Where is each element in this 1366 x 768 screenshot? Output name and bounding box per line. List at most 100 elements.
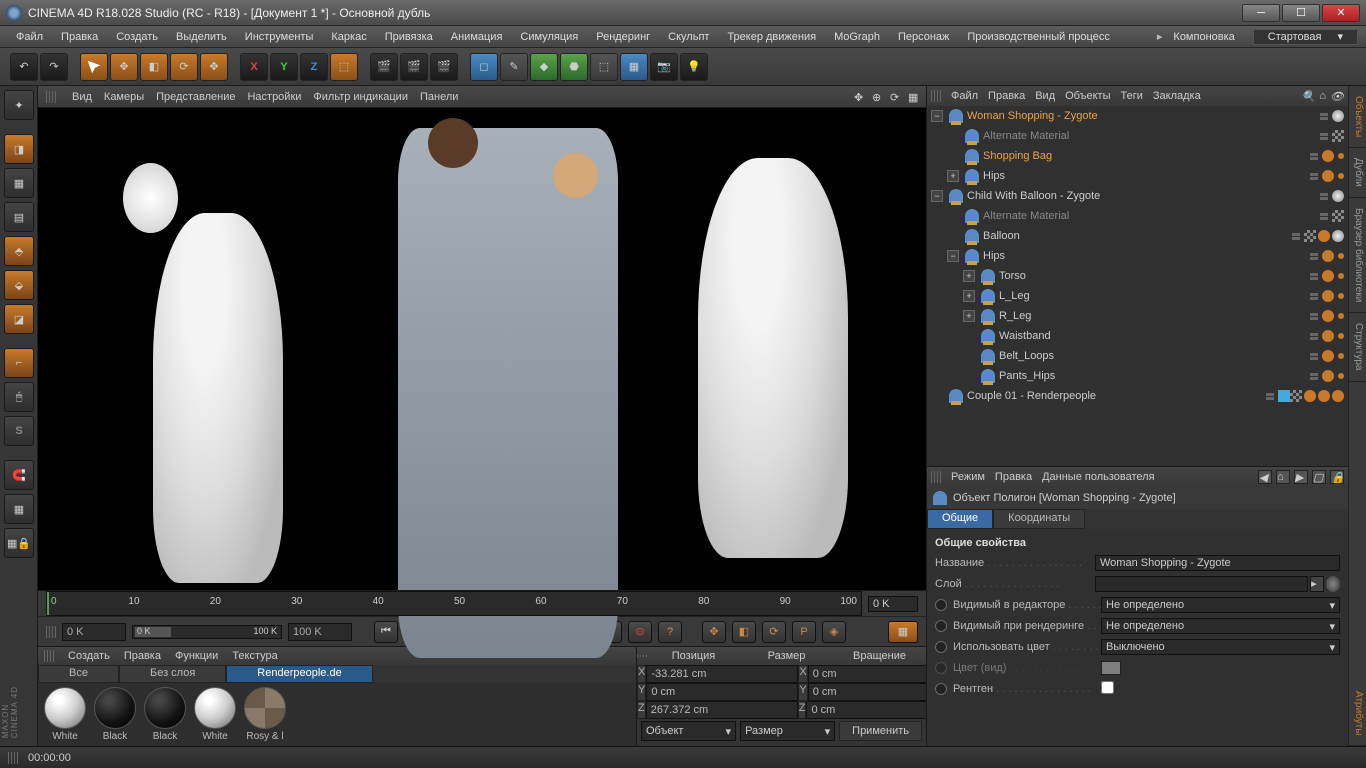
sphere-tag-icon[interactable]	[1332, 110, 1344, 122]
expand-icon[interactable]: +	[963, 310, 975, 322]
om-menu-edit[interactable]: Правка	[988, 90, 1025, 102]
keyframe-sel-button[interactable]: ?	[658, 621, 682, 643]
om-menu-file[interactable]: Файл	[951, 90, 978, 102]
dot-tag-icon[interactable]	[1338, 373, 1344, 379]
grip-icon[interactable]	[44, 650, 54, 662]
color-swatch[interactable]	[1101, 661, 1121, 675]
visibility-dots[interactable]	[1292, 233, 1300, 240]
object-row[interactable]: +L_Leg	[927, 286, 1348, 306]
key-rot-button[interactable]: ⟳	[762, 621, 786, 643]
visibility-dots[interactable]	[1320, 193, 1328, 200]
layer-tag[interactable]	[1278, 390, 1290, 402]
orange-tag-icon[interactable]	[1304, 390, 1316, 402]
menu-character[interactable]: Персонаж	[890, 29, 957, 45]
attr-tab-basic[interactable]: Общие	[927, 509, 993, 529]
material-item[interactable]: White	[192, 687, 238, 742]
redo-button[interactable]: ↷	[40, 53, 68, 81]
autokey-button[interactable]: ⊙	[628, 621, 652, 643]
viewport[interactable]	[38, 108, 926, 590]
edge-mode[interactable]: ⬙	[4, 270, 34, 300]
pos-input[interactable]	[646, 701, 798, 719]
vp-menu-display[interactable]: Представление	[156, 91, 235, 103]
dot-tag-icon[interactable]	[1338, 293, 1344, 299]
render-settings[interactable]: 🎬	[430, 53, 458, 81]
vp-layout-icon[interactable]: ▦	[908, 91, 920, 103]
visibility-dots[interactable]	[1310, 313, 1318, 320]
vp-zoom-icon[interactable]: ⊕	[872, 91, 884, 103]
layer-color-icon[interactable]	[1326, 576, 1340, 592]
add-nurbs[interactable]: ◆	[530, 53, 558, 81]
visibility-dots[interactable]	[1320, 133, 1328, 140]
rtab-structure[interactable]: Структура	[1349, 313, 1366, 381]
polygon-mode[interactable]: ◪	[4, 304, 34, 334]
object-row[interactable]: Shopping Bag	[927, 146, 1348, 166]
vp-menu-filter[interactable]: Фильтр индикации	[313, 91, 408, 103]
checker-tag-icon[interactable]	[1332, 210, 1344, 222]
make-editable[interactable]: ✦	[4, 90, 34, 120]
frame-end-field[interactable]: 100 K	[288, 623, 352, 641]
dot-tag-icon[interactable]	[1338, 313, 1344, 319]
coords-apply-button[interactable]: Применить	[839, 721, 922, 741]
orange-tag-icon[interactable]	[1332, 390, 1344, 402]
home-icon[interactable]: ⌂	[1319, 90, 1326, 103]
orange-tag-icon[interactable]	[1322, 270, 1334, 282]
grip-icon[interactable]	[46, 91, 56, 103]
attr-vis-render-dropdown[interactable]: Не определено▾	[1101, 618, 1340, 634]
menu-mesh[interactable]: Каркас	[323, 29, 374, 45]
material-item[interactable]: Black	[92, 687, 138, 742]
pos-input[interactable]	[646, 665, 798, 683]
vp-menu-cameras[interactable]: Камеры	[104, 91, 144, 103]
rtab-browser[interactable]: Браузер библиотеки	[1349, 198, 1366, 313]
timeline-range-slider[interactable]: 0 K 100 K	[132, 625, 282, 639]
menu-pipeline[interactable]: Производственный процесс	[959, 29, 1117, 45]
add-environment[interactable]: ▦	[620, 53, 648, 81]
scale-tool[interactable]: ◧	[140, 53, 168, 81]
timeline[interactable]: 0 10 20 30 40 50 60 70 80 90 100 0 K	[38, 590, 926, 616]
mat-tab-nolayer[interactable]: Без слоя	[119, 665, 226, 683]
visibility-dots[interactable]	[1320, 213, 1328, 220]
object-row[interactable]: −Child With Balloon - Zygote	[927, 186, 1348, 206]
menu-render[interactable]: Рендеринг	[588, 29, 658, 45]
dot-tag-icon[interactable]	[1338, 153, 1344, 159]
rtab-objects[interactable]: Объекты	[1349, 86, 1366, 148]
attr-menu-userdata[interactable]: Данные пользователя	[1042, 471, 1154, 483]
vp-pan-icon[interactable]: ✥	[854, 91, 866, 103]
add-cube[interactable]: ◻	[470, 53, 498, 81]
rtab-attributes[interactable]: Атрибуты	[1349, 681, 1366, 746]
object-row[interactable]: Belt_Loops	[927, 346, 1348, 366]
key-param-button[interactable]: P	[792, 621, 816, 643]
menu-animate[interactable]: Анимация	[443, 29, 511, 45]
undo-button[interactable]: ↶	[10, 53, 38, 81]
coords-object-dropdown[interactable]: Объект▾	[641, 721, 736, 741]
attr-name-input[interactable]	[1095, 555, 1340, 571]
checker-tag-icon[interactable]	[1304, 230, 1316, 242]
mat-tab-all[interactable]: Все	[38, 665, 119, 683]
live-select-tool[interactable]	[80, 53, 108, 81]
visibility-dots[interactable]	[1310, 253, 1318, 260]
snap-toggle[interactable]: 🧲	[4, 460, 34, 490]
object-row[interactable]: Balloon	[927, 226, 1348, 246]
x-axis-lock[interactable]: X	[240, 53, 268, 81]
attr-vis-editor-dropdown[interactable]: Не определено▾	[1101, 597, 1340, 613]
attr-xray-checkbox[interactable]	[1101, 681, 1114, 694]
mat-menu-edit[interactable]: Правка	[124, 650, 161, 662]
model-mode[interactable]: ◨	[4, 134, 34, 164]
attr-up-icon[interactable]: ⌂	[1276, 470, 1290, 484]
add-light[interactable]: 💡	[680, 53, 708, 81]
orange-tag-icon[interactable]	[1318, 390, 1330, 402]
dot-tag-icon[interactable]	[1338, 253, 1344, 259]
grip-icon[interactable]	[931, 90, 941, 102]
maximize-button[interactable]: ☐	[1282, 4, 1320, 22]
visibility-dots[interactable]	[1310, 373, 1318, 380]
expand-icon[interactable]: +	[963, 290, 975, 302]
object-row[interactable]: +R_Leg	[927, 306, 1348, 326]
object-row[interactable]: Pants_Hips	[927, 366, 1348, 386]
lock-workplane[interactable]: ▦🔒	[4, 528, 34, 558]
menu-snap[interactable]: Привязка	[377, 29, 441, 45]
texture-mode[interactable]: ▦	[4, 168, 34, 198]
pos-input[interactable]	[646, 683, 798, 701]
orange-tag-icon[interactable]	[1322, 370, 1334, 382]
sphere-tag-icon[interactable]	[1332, 190, 1344, 202]
object-row[interactable]: Alternate Material	[927, 206, 1348, 226]
menu-sculpt[interactable]: Скульпт	[660, 29, 717, 45]
